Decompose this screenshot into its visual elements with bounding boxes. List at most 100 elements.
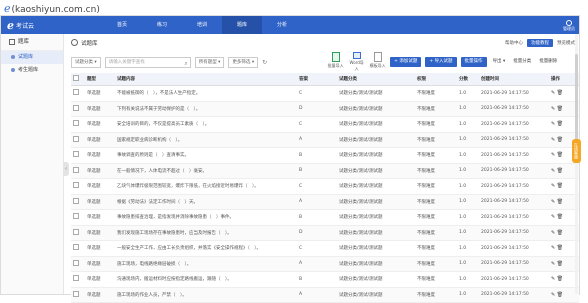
- delete-icon[interactable]: 🗑: [555, 152, 563, 158]
- row-checkbox[interactable]: [71, 163, 85, 179]
- table-row[interactable]: 单选题 不能被抵御的（ ），不是法人生产指定。 C 试题分类/测试/测试题 不限难度 1.…: [71, 85, 579, 102]
- row-checkbox[interactable]: [71, 194, 85, 210]
- col-score[interactable]: 分数: [457, 73, 479, 86]
- nav-item-practice[interactable]: 练习: [142, 16, 182, 34]
- checkbox[interactable]: [73, 135, 79, 142]
- row-checkbox[interactable]: [71, 271, 85, 288]
- row-checkbox[interactable]: [71, 132, 85, 148]
- delete-icon[interactable]: 🗑: [555, 137, 563, 143]
- checkbox[interactable]: [73, 244, 79, 251]
- template-file-icon: [373, 52, 382, 62]
- col-time[interactable]: 创建时间: [479, 73, 549, 86]
- type-select[interactable]: 所有题型 ▾: [194, 56, 225, 68]
- refresh-icon[interactable]: ↻: [262, 59, 267, 66]
- row-checkbox[interactable]: [71, 209, 85, 226]
- excel-import-tool[interactable]: 批量导入: [327, 52, 344, 72]
- category-select[interactable]: 试题分类 ▾: [71, 56, 101, 68]
- delete-icon[interactable]: 🗑: [555, 168, 563, 174]
- table-row[interactable]: 单选题 在一般情况下，人体电流不超过（ ）毫安。 B 试题分类/测试/测试题 不限难度 1…: [71, 163, 579, 179]
- table-row[interactable]: 单选题 一般安全生产工作，应由工长负责组织，并落实《安全操作规程》（ ）。 C 试题分…: [71, 240, 579, 257]
- more-filter-select[interactable]: 更多筛选 ▾: [228, 56, 259, 68]
- table-row[interactable]: 单选题 事故调查的原则是（ ）查清事实。 B 试题分类/测试/测试题 不限难度 1.0 20…: [71, 147, 579, 164]
- scrollbar[interactable]: [575, 34, 578, 294]
- row-checkbox[interactable]: [71, 178, 85, 195]
- row-checkbox[interactable]: [71, 147, 85, 164]
- cell-time: 2021-06-29 14:17:50: [479, 256, 549, 272]
- nav-item-question-bank[interactable]: 题库: [222, 16, 262, 34]
- batch-operation-button[interactable]: 批量操作: [460, 57, 487, 67]
- table-row[interactable]: 单选题 乙炔气体爆炸极限范围较宽，爆炸下限低，在火焰接近时易爆炸（ ）。 C 试题分类…: [71, 178, 579, 195]
- scrollbar-thumb[interactable]: [575, 54, 578, 144]
- select-all-checkbox[interactable]: [71, 73, 85, 86]
- table-row[interactable]: 单选题 事故隐患排查治理，是指发现并消除事故隐患（ ）事件。 B 试题分类/测试/测试…: [71, 209, 579, 226]
- main-nav: 首页 练习 培训 题库 分析: [102, 16, 302, 34]
- table-row[interactable]: 单选题 我们发现施工现场存在事故隐患时，应当及时报告（ ）。 D 试题分类/测试/测试…: [71, 225, 579, 241]
- delete-icon[interactable]: 🗑: [555, 276, 563, 282]
- delete-icon[interactable]: 🗑: [555, 183, 563, 189]
- table-row[interactable]: 单选题 国家规定职业病诊断机构（ ）。 A 试题分类/测试/测试题 不限难度 1.0 202…: [71, 132, 579, 148]
- table-row[interactable]: 单选题 安全培训的目的，不仅是提高员工素质（ ）。 C 试题分类/测试/测试题 不限难度…: [71, 116, 579, 133]
- checkbox[interactable]: [73, 89, 79, 96]
- col-category[interactable]: 试题分类: [337, 73, 415, 86]
- col-answer[interactable]: 答案: [297, 73, 337, 86]
- row-checkbox[interactable]: [71, 85, 85, 102]
- col-permission[interactable]: 权限: [415, 73, 457, 86]
- import-question-button[interactable]: + 导入试题: [425, 57, 457, 67]
- table-row[interactable]: 单选题 沟通现场内，搬运材料时应按指定路线搬运，跟随（ ）。 B 试题分类/测试/测试…: [71, 271, 579, 288]
- watermark: ℯ(kaoshiyun.com.cn): [4, 2, 100, 15]
- search-input[interactable]: 请输入关键字查找 ⌕: [104, 56, 191, 68]
- delete-icon[interactable]: 🗑: [555, 121, 563, 127]
- checkbox[interactable]: [73, 197, 79, 204]
- menu-icon[interactable]: [9, 38, 15, 45]
- delete-icon[interactable]: 🗑: [555, 199, 563, 205]
- table-row[interactable]: 单选题 根据《劳动法》法定工作时间（ ）天。 A 试题分类/测试/测试题 不限难度 1.0…: [71, 194, 579, 210]
- logo[interactable]: ℯ 考试云: [7, 19, 102, 32]
- cell-type: 单选题: [85, 101, 115, 117]
- user-menu[interactable]: 管理员: [563, 19, 575, 31]
- tutorial-button[interactable]: 功能教程: [527, 38, 553, 47]
- nav-item-home[interactable]: 首页: [102, 16, 142, 34]
- checkbox[interactable]: [73, 275, 79, 282]
- checkbox[interactable]: [73, 213, 79, 220]
- sidebar-title: 题库: [18, 39, 30, 45]
- toolbar: 试题分类 ▾ 请输入关键字查找 ⌕ 所有题型 ▾ 更多筛选 ▾ ↻ 批量导入 Wo…: [67, 51, 579, 73]
- delete-icon[interactable]: 🗑: [555, 230, 563, 236]
- sidebar-item-candidate-library[interactable]: 考生题库: [1, 64, 63, 77]
- table-row[interactable]: 单选题 施工现场，电线路绝缘层破损（ ）。 A 试题分类/测试/测试题 不限难度 1.0 2…: [71, 256, 579, 272]
- delete-icon[interactable]: 🗑: [555, 261, 563, 267]
- row-checkbox[interactable]: [71, 116, 85, 133]
- checkbox[interactable]: [73, 290, 79, 297]
- col-type[interactable]: 题型: [85, 73, 115, 86]
- table-row[interactable]: 单选题 下列有关说法不属于劳动保护的是（ ）。 D 试题分类/测试/测试题 不限难度 1.…: [71, 101, 579, 117]
- cell-content: 不能被抵御的（ ），不是法人生产指定。: [115, 85, 297, 102]
- checkbox[interactable]: [73, 104, 79, 111]
- col-content[interactable]: 试题内容: [115, 73, 297, 86]
- add-question-button[interactable]: + 添加试题: [390, 57, 422, 67]
- nav-item-training[interactable]: 培训: [182, 16, 222, 34]
- delete-icon[interactable]: 🗑: [555, 214, 563, 220]
- row-checkbox[interactable]: [71, 256, 85, 272]
- row-checkbox[interactable]: [71, 225, 85, 241]
- preview-mode-link[interactable]: 预览模式: [557, 40, 575, 46]
- checkbox[interactable]: [73, 182, 79, 189]
- checkbox[interactable]: [73, 120, 79, 127]
- row-checkbox[interactable]: [71, 101, 85, 117]
- checkbox[interactable]: [73, 151, 79, 158]
- nav-item-analysis[interactable]: 分析: [262, 16, 302, 34]
- delete-icon[interactable]: 🗑: [555, 106, 563, 112]
- export-dropdown[interactable]: 导出 ▾: [491, 57, 508, 67]
- sidebar-item-question-library[interactable]: 试题库: [1, 51, 63, 64]
- search-icon[interactable]: ⌕: [184, 59, 187, 68]
- delete-icon[interactable]: 🗑: [555, 90, 563, 96]
- batch-delete-button[interactable]: 批量删除: [537, 57, 559, 67]
- template-import-tool[interactable]: 模板导入: [369, 52, 386, 72]
- checkbox[interactable]: [73, 166, 79, 173]
- checkbox[interactable]: [73, 259, 79, 266]
- batch-category-button[interactable]: 批量分类: [511, 57, 533, 67]
- help-center-link[interactable]: 帮助中心: [505, 40, 523, 46]
- online-service-tab[interactable]: 在线客服: [572, 139, 581, 163]
- delete-icon[interactable]: 🗑: [555, 245, 563, 251]
- word-import-tool[interactable]: Word导入: [348, 52, 365, 72]
- row-checkbox[interactable]: [71, 240, 85, 257]
- checkbox[interactable]: [73, 228, 79, 235]
